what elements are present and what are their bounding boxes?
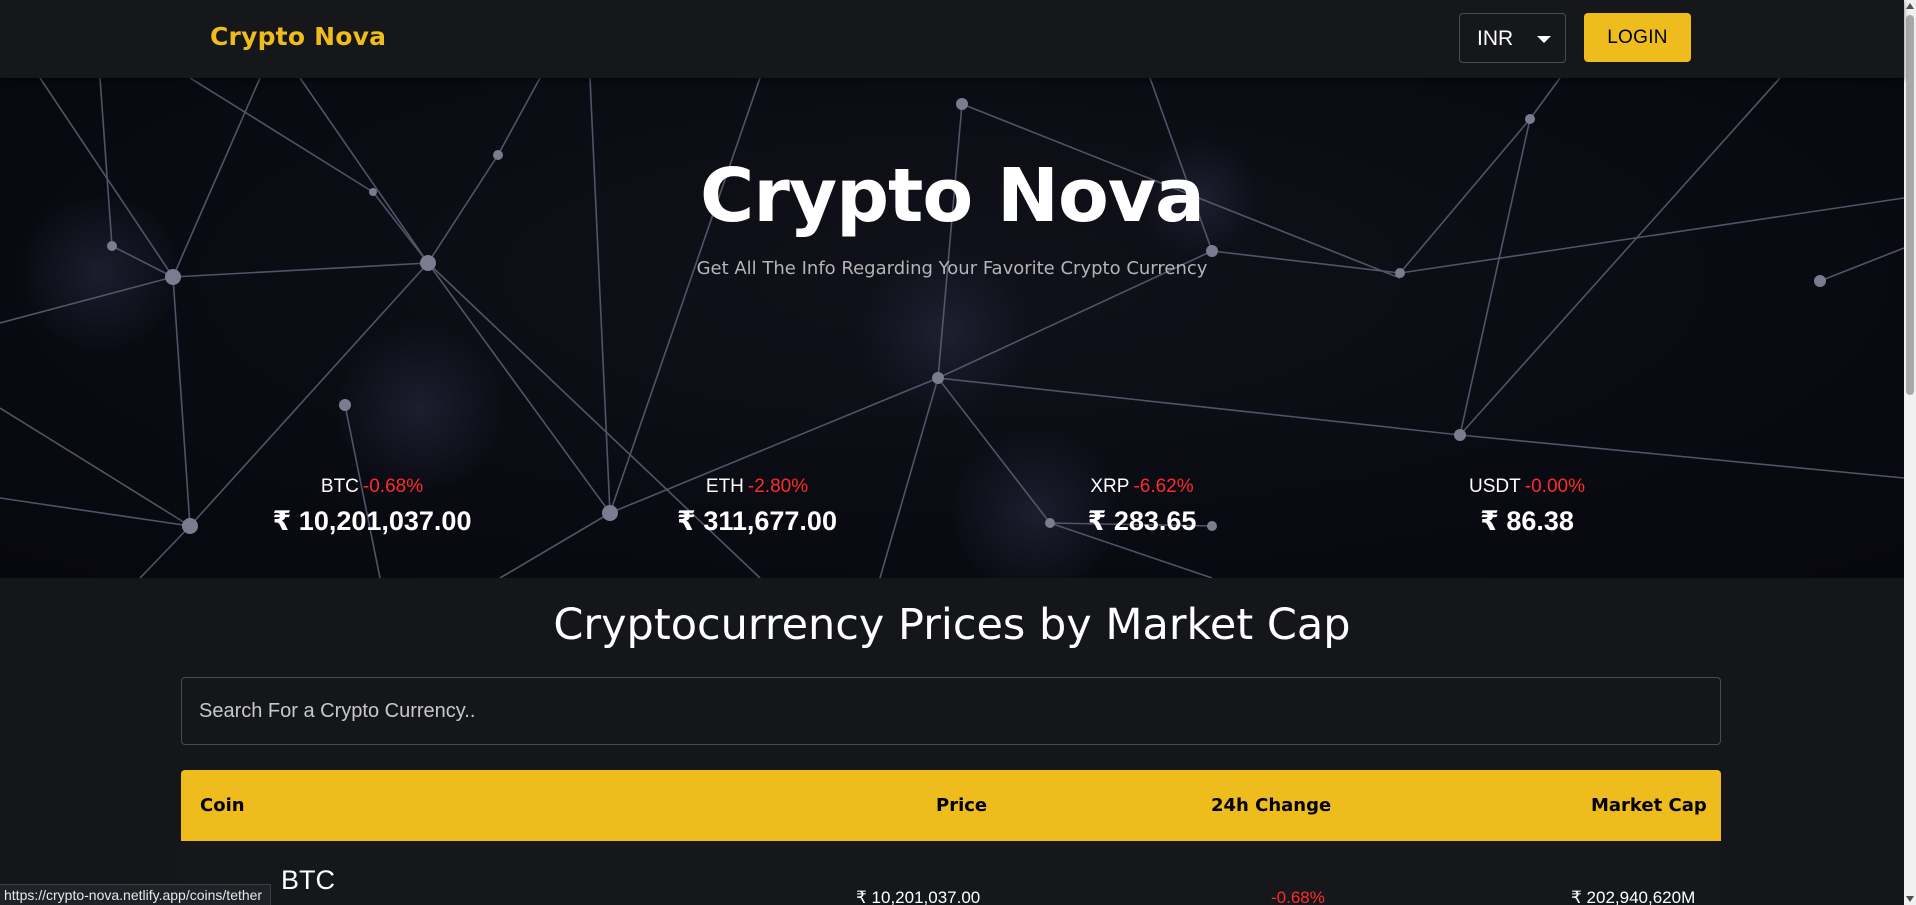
scroll-down-icon[interactable]: [1906, 896, 1914, 902]
top-app-bar: Crypto Nova INR LOGIN: [0, 0, 1904, 78]
hero-subtitle: Get All The Info Regarding Your Favorite…: [696, 258, 1208, 279]
column-header-price[interactable]: Price: [936, 795, 987, 816]
status-bar-url: https://crypto-nova.netlify.app/coins/te…: [0, 884, 272, 905]
ticker-price: ₹ 283.65: [1087, 506, 1197, 536]
search-input[interactable]: [181, 677, 1721, 745]
ticker-item-eth[interactable]: ETH -2.80% ₹ 311,677.00: [597, 476, 917, 537]
chevron-down-icon: [1537, 36, 1551, 43]
ticker-change: -2.80%: [747, 476, 809, 497]
ticker-item-btc[interactable]: BTC -0.68% ₹ 10,201,037.00: [212, 476, 532, 537]
ticker-price: ₹ 10,201,037.00: [272, 506, 472, 536]
ticker-price: ₹ 311,677.00: [677, 506, 837, 536]
market-section-title: Cryptocurrency Prices by Market Cap: [553, 600, 1351, 650]
ticker-item-usdt[interactable]: USDT -0.00% ₹ 86.38: [1367, 476, 1687, 537]
coin-symbol: BTC: [281, 865, 335, 895]
coin-price: ₹ 10,201,037.00: [856, 888, 981, 905]
ticker-item-xrp[interactable]: XRP -6.62% ₹ 283.65: [982, 476, 1302, 537]
page-scrollbar[interactable]: [1904, 0, 1916, 905]
ticker-symbol: ETH: [705, 476, 744, 497]
scroll-up-icon[interactable]: [1906, 3, 1914, 9]
ticker-symbol: XRP: [1090, 476, 1130, 497]
column-header-24h-change[interactable]: 24h Change: [1211, 795, 1331, 816]
login-button[interactable]: LOGIN: [1584, 13, 1691, 62]
ticker-price: ₹ 86.38: [1480, 506, 1574, 536]
column-header-coin[interactable]: Coin: [200, 795, 245, 816]
coin-change: -0.68%: [1271, 888, 1325, 905]
coin-market-cap: ₹ 202,940,620M: [1571, 888, 1696, 905]
scrollbar-thumb[interactable]: [1906, 15, 1914, 395]
ticker-change: -6.62%: [1133, 476, 1194, 497]
hero-title: Crypto Nova: [700, 153, 1205, 239]
ticker-symbol: USDT: [1469, 476, 1521, 497]
column-header-market-cap[interactable]: Market Cap: [1591, 795, 1707, 816]
ticker-change: -0.68%: [362, 476, 424, 497]
ticker-symbol: BTC: [320, 476, 359, 497]
table-row[interactable]: BTC ₹ 10,201,037.00 -0.68% ₹ 202,940,620…: [181, 841, 1721, 905]
brand-logo[interactable]: Crypto Nova: [210, 22, 386, 51]
ticker-change: -0.00%: [1524, 476, 1585, 497]
currency-select[interactable]: INR: [1459, 13, 1566, 63]
hero-banner: Crypto Nova Get All The Info Regarding Y…: [0, 78, 1904, 578]
currency-value: INR: [1477, 27, 1514, 50]
table-header: Coin Price 24h Change Market Cap: [181, 770, 1721, 841]
